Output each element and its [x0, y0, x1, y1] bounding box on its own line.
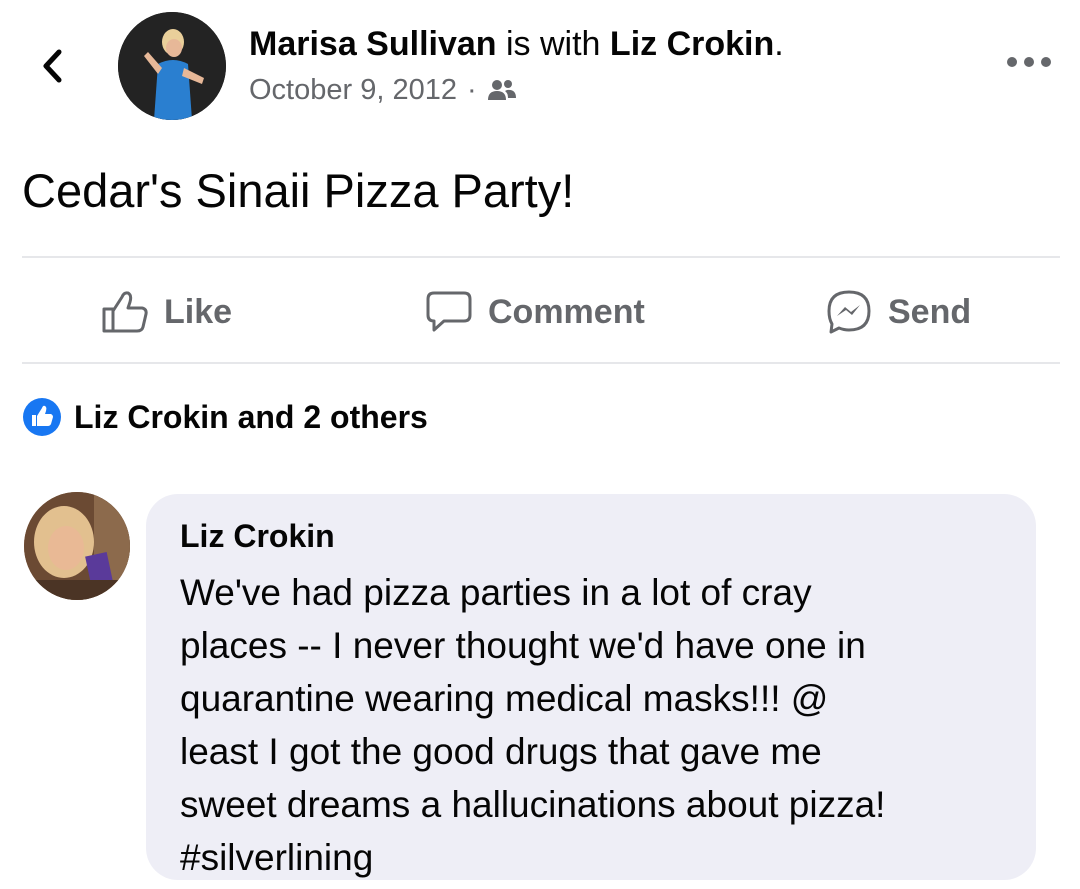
comment-bubble: Liz Crokin We've had pizza parties in a …: [146, 494, 1036, 880]
comment-line: least I got the good drugs that gave me: [180, 731, 822, 772]
author-name[interactable]: Marisa Sullivan: [249, 25, 497, 63]
send-button[interactable]: Send: [824, 282, 971, 342]
meta-separator: ·: [466, 74, 477, 106]
comment-line: sweet dreams a hallucinations about pizz…: [180, 784, 886, 825]
divider-top: [22, 256, 1060, 258]
like-badge-icon: [23, 398, 61, 436]
like-label: Like: [164, 292, 233, 331]
divider-bottom: [22, 362, 1060, 364]
more-horizontal-icon: [1007, 57, 1051, 67]
back-button[interactable]: [30, 44, 74, 88]
author-avatar[interactable]: [118, 12, 226, 120]
post-date[interactable]: October 9, 2012: [249, 72, 457, 108]
send-label: Send: [888, 292, 972, 331]
comment-line: We've had pizza parties in a lot of cray: [180, 572, 812, 613]
author-photo: [118, 12, 226, 120]
post-meta: October 9, 2012 ·: [249, 72, 517, 108]
like-button[interactable]: Like: [100, 282, 232, 342]
comment-line: quarantine wearing medical masks!!! @: [180, 678, 829, 719]
commenter-avatar[interactable]: [24, 492, 130, 600]
comment-line: places -- I never thought we'd have one …: [180, 625, 866, 666]
commenter-photo: [24, 492, 130, 600]
reactions-text: Liz Crokin and 2 others: [74, 398, 428, 435]
with-text: is with: [506, 25, 601, 63]
comment-author[interactable]: Liz Crokin: [180, 516, 335, 556]
comment-text: We've had pizza parties in a lot of cray…: [180, 566, 885, 884]
comment-icon: [426, 291, 472, 332]
friends-icon: [487, 80, 516, 100]
author-line: Marisa Sullivan is with Liz Crokin.: [249, 24, 784, 64]
comment-button[interactable]: Comment: [424, 282, 645, 342]
post-text: Cedar's Sinaii Pizza Party!: [22, 164, 575, 217]
more-options-button[interactable]: [1004, 50, 1054, 74]
messenger-icon: [827, 290, 871, 334]
chevron-left-icon: [43, 49, 62, 83]
post-header: Marisa Sullivan is with Liz Crokin. Octo…: [0, 0, 1080, 130]
tagged-name[interactable]: Liz Crokin: [610, 25, 774, 63]
tagged-suffix: .: [774, 25, 784, 63]
thumbs-up-icon: [102, 291, 148, 333]
comment-label: Comment: [488, 292, 645, 331]
comment-line: #silverlining: [180, 837, 374, 878]
reactions-summary[interactable]: Liz Crokin and 2 others: [22, 394, 428, 440]
